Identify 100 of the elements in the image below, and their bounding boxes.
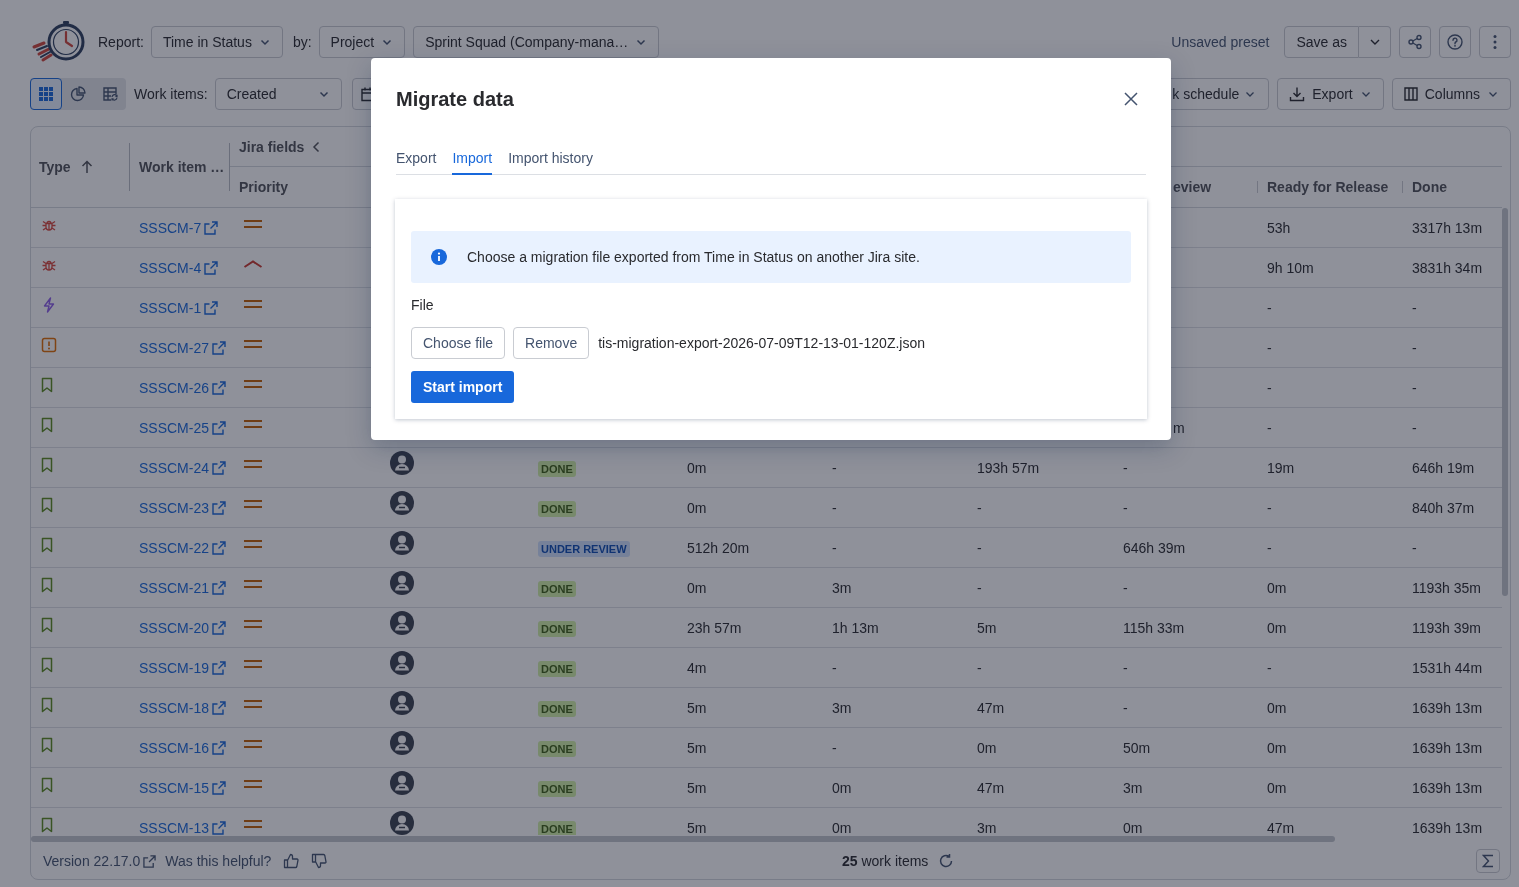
work-item-link[interactable]: SSSCM-4 xyxy=(139,257,202,278)
external-link-icon[interactable] xyxy=(204,300,219,315)
horizontal-scrollbar[interactable] xyxy=(31,836,1335,842)
table-cell-text: - xyxy=(832,458,837,478)
table-cell-text: 646h 39m xyxy=(1123,538,1186,558)
work-item-link[interactable]: SSSCM-20 xyxy=(139,617,210,638)
status-lozenge: DONE xyxy=(538,580,576,597)
view-toggle-button[interactable] xyxy=(30,78,62,110)
work-item-link[interactable]: SSSCM-7 xyxy=(139,217,202,238)
table-cell-text: - xyxy=(1412,418,1417,438)
table-cell-text: 5m xyxy=(687,778,707,798)
share-icon xyxy=(1407,34,1423,50)
table-cell-text: 0m xyxy=(687,578,707,598)
version-link[interactable]: Version 22.17.0 xyxy=(43,851,141,871)
work-item-link[interactable]: SSSCM-22 xyxy=(139,537,210,558)
work-item-link[interactable]: SSSCM-15 xyxy=(139,777,210,798)
thumbs-down-icon[interactable] xyxy=(311,853,328,869)
help-icon xyxy=(1447,34,1463,50)
work-item-link[interactable]: SSSCM-26 xyxy=(139,377,210,398)
sum-button[interactable] xyxy=(1476,849,1500,873)
start-import-button[interactable]: Start import xyxy=(411,371,515,403)
external-link-icon[interactable] xyxy=(212,460,227,475)
table-cell-text: 5m xyxy=(687,818,707,835)
work-item-link[interactable]: SSSCM-16 xyxy=(139,737,210,758)
external-link-icon[interactable] xyxy=(212,580,227,595)
table-cell-text: 0m xyxy=(687,458,707,478)
choose-file-button[interactable]: Choose file xyxy=(411,327,506,359)
external-link-icon[interactable] xyxy=(204,220,219,235)
column-header[interactable]: Done xyxy=(1412,177,1447,197)
table-cell-text: - xyxy=(1267,298,1272,318)
table-cell-text: - xyxy=(1267,378,1272,398)
external-link-icon[interactable] xyxy=(212,380,227,395)
save-menu-button[interactable] xyxy=(1359,26,1391,58)
external-link-icon[interactable] xyxy=(212,740,227,755)
external-link-icon[interactable] xyxy=(212,420,227,435)
table-cell-text: 0m xyxy=(1267,738,1287,758)
table-cell-text: m xyxy=(1173,418,1185,438)
external-link-icon[interactable] xyxy=(212,780,227,795)
file-label: File xyxy=(411,296,434,315)
source-dropdown[interactable]: Sprint Squad (Company-mana… xyxy=(413,26,660,58)
item-count: 25 work items xyxy=(842,852,929,871)
table-cell-text: 1193h 39m xyxy=(1412,618,1481,638)
work-item-link[interactable]: SSSCM-25 xyxy=(139,417,210,438)
external-link-icon[interactable] xyxy=(212,700,227,715)
external-link-icon[interactable] xyxy=(204,260,219,275)
columns-dropdown[interactable]: Columns xyxy=(1391,78,1511,110)
remove-button[interactable]: Remove xyxy=(513,327,590,359)
work-item-link[interactable]: SSSCM-24 xyxy=(139,457,210,478)
work-item-link[interactable]: SSSCM-1 xyxy=(139,297,202,318)
work-item-link[interactable]: SSSCM-21 xyxy=(139,577,210,598)
dialog-tab[interactable]: Export xyxy=(396,148,437,175)
table-cell-text: 512h 20m xyxy=(687,538,750,558)
table-cell-text: - xyxy=(1123,698,1128,718)
close-icon xyxy=(1124,92,1138,106)
report-dropdown[interactable]: Time in Status xyxy=(150,26,283,58)
column-header[interactable]: Work item … xyxy=(139,157,225,177)
table-cell-text: 5m xyxy=(687,698,707,718)
help-button[interactable] xyxy=(1439,26,1471,58)
column-header[interactable]: Priority xyxy=(239,177,288,197)
work-item-link[interactable]: SSSCM-27 xyxy=(139,337,210,358)
grid-icon xyxy=(38,86,54,102)
table-cell-text: 4m xyxy=(687,658,707,678)
external-link-icon[interactable] xyxy=(212,820,227,835)
more-button[interactable] xyxy=(1479,26,1511,58)
status-lozenge: DONE xyxy=(538,620,576,637)
work-item-link[interactable]: SSSCM-19 xyxy=(139,657,210,678)
group-by-dropdown[interactable]: Project xyxy=(318,26,406,58)
table-cell-text: - xyxy=(977,658,982,678)
refresh-icon[interactable] xyxy=(938,853,955,869)
save-as-button[interactable]: Save as xyxy=(1284,26,1359,58)
external-link-icon[interactable] xyxy=(212,500,227,515)
external-link-icon[interactable] xyxy=(212,620,227,635)
table-cell-text: 50m xyxy=(1123,738,1151,758)
table-cell-text: 646h 19m xyxy=(1412,458,1475,478)
export-dropdown[interactable]: Export xyxy=(1277,78,1384,110)
status-lozenge: DONE xyxy=(538,460,576,477)
work-items-dropdown[interactable]: Created xyxy=(214,78,342,110)
column-header[interactable]: Ready for Release xyxy=(1267,177,1389,197)
work-item-link[interactable]: SSSCM-13 xyxy=(139,817,210,835)
table-cell-text: 0m xyxy=(977,738,997,758)
chevron-left-icon[interactable] xyxy=(312,140,321,153)
thumbs-up-icon[interactable] xyxy=(283,853,300,869)
table-cell-text: 23h 57m xyxy=(687,618,742,638)
table-cell-text: - xyxy=(1412,298,1417,318)
work-item-link[interactable]: SSSCM-23 xyxy=(139,497,210,518)
work-item-link[interactable]: SSSCM-18 xyxy=(139,697,210,718)
external-link-icon[interactable] xyxy=(212,660,227,675)
pie-chart-icon xyxy=(70,86,86,102)
column-header[interactable]: Type xyxy=(39,157,71,177)
share-button[interactable] xyxy=(1399,26,1431,58)
dialog-tab[interactable]: Import xyxy=(452,148,493,175)
external-link-icon[interactable] xyxy=(143,854,157,868)
external-link-icon[interactable] xyxy=(212,540,227,555)
vertical-scrollbar[interactable] xyxy=(1502,208,1508,596)
external-link-icon[interactable] xyxy=(212,340,227,355)
dialog-tab[interactable]: Import history xyxy=(508,148,593,175)
table-cell-text: 0m xyxy=(1267,618,1287,638)
table-cell-text: - xyxy=(832,538,837,558)
preset-status: Unsaved preset xyxy=(1171,33,1270,52)
table-cell-text: 0m xyxy=(1267,778,1287,798)
